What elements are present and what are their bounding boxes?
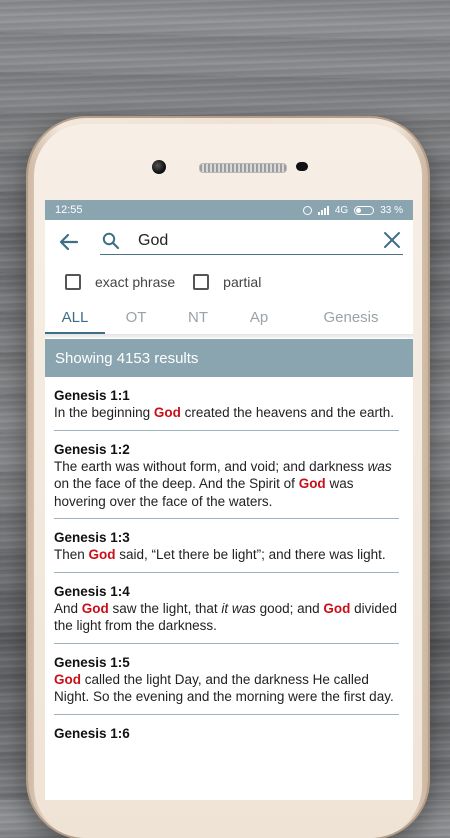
verse-text: And God saw the light, that it was good;…	[54, 600, 399, 635]
status-bar: 12:55 4G 33 %	[45, 200, 413, 220]
italic-text: it was	[221, 600, 256, 616]
verse-segment: on the face of the deep. And the Spirit …	[54, 476, 299, 491]
result-item[interactable]: Genesis 1:4 And God saw the light, that i…	[54, 573, 399, 644]
verse-text: The earth was without form, and void; an…	[54, 458, 399, 511]
verse-reference: Genesis 1:5	[54, 654, 130, 670]
verse-reference: Genesis 1:6	[54, 725, 130, 741]
scope-tabs: ALL OT NT Ap Genesis	[45, 300, 413, 334]
match-highlight: God	[88, 547, 116, 562]
match-highlight: God	[54, 671, 81, 687]
app-screen: 12:55 4G 33 % God exact phrase partial A…	[45, 200, 413, 800]
verse-segment: In the beginning	[54, 405, 154, 420]
battery-percent: 33 %	[380, 204, 403, 216]
tab-divider	[45, 334, 413, 338]
verse-segment: The earth was without form, and void; an…	[54, 458, 368, 474]
result-item[interactable]: Genesis 1:5 God called the light Day, and…	[54, 644, 399, 715]
search-input[interactable]	[138, 232, 358, 250]
back-button[interactable]	[57, 230, 81, 254]
alarm-icon	[302, 205, 312, 215]
verse-text: Then God said, “Let there be light”; and…	[54, 546, 399, 564]
verse-reference: Genesis 1:1	[54, 388, 130, 403]
verse-reference: Genesis 1:3	[54, 530, 130, 545]
active-tab-indicator	[45, 332, 105, 334]
network-type: 4G	[334, 204, 349, 216]
partial-label: partial	[223, 274, 262, 290]
partial-option[interactable]: partial	[193, 274, 261, 290]
verse-text: In the beginning God created the heavens…	[54, 404, 399, 422]
verse-segment: saw the light, that	[108, 600, 222, 616]
match-highlight: God	[298, 476, 326, 491]
results-list: Genesis 1:1 In the beginning God created …	[45, 377, 413, 750]
status-time: 12:55	[55, 204, 83, 216]
tab-nt[interactable]: NT	[167, 309, 229, 326]
status-icons: 4G 33 %	[302, 204, 403, 216]
verse-reference: Genesis 1:2	[54, 441, 130, 457]
tab-ap[interactable]: Ap	[229, 309, 289, 326]
tab-ot[interactable]: OT	[105, 309, 167, 326]
verse-segment: said, “Let there be light”; and there wa…	[115, 547, 386, 562]
back-arrow-icon	[59, 233, 79, 251]
verse-segment: Then	[54, 547, 89, 562]
front-camera	[152, 160, 166, 174]
proximity-sensor	[296, 162, 308, 171]
italic-text: was	[367, 458, 392, 474]
partial-checkbox[interactable]	[193, 274, 210, 290]
results-count: Showing 4153 results	[45, 339, 413, 377]
result-item[interactable]: Genesis 1:6	[54, 715, 399, 750]
signal-icon	[317, 205, 329, 215]
match-highlight: God	[81, 600, 109, 616]
tab-genesis[interactable]: Genesis	[289, 309, 413, 326]
verse-segment: And	[54, 600, 82, 616]
search-field[interactable]	[100, 228, 403, 255]
result-item[interactable]: Genesis 1:2 The earth was without form, a…	[54, 431, 399, 519]
close-icon[interactable]	[383, 231, 401, 249]
match-highlight: God	[323, 600, 351, 616]
verse-segment: called the light Day, and the darkness H…	[54, 671, 394, 705]
tab-all[interactable]: ALL	[45, 309, 105, 326]
verse-reference: Genesis 1:4	[54, 583, 130, 599]
exact-phrase-option[interactable]: exact phrase	[65, 274, 175, 290]
result-item[interactable]: Genesis 1:1 In the beginning God created …	[54, 377, 399, 431]
search-icon	[102, 232, 120, 250]
exact-phrase-label: exact phrase	[95, 274, 176, 290]
battery-icon	[354, 205, 375, 215]
earpiece-speaker	[199, 163, 287, 173]
search-options: exact phrase partial	[45, 264, 413, 300]
verse-text: God called the light Day, and the darkne…	[54, 671, 399, 706]
result-item[interactable]: Genesis 1:3 Then God said, “Let there be …	[54, 519, 399, 573]
exact-phrase-checkbox[interactable]	[65, 274, 81, 290]
verse-segment: good; and	[255, 600, 324, 616]
verse-segment: created the heavens and the earth.	[180, 405, 394, 420]
match-highlight: God	[153, 405, 181, 420]
search-toolbar	[45, 220, 413, 264]
